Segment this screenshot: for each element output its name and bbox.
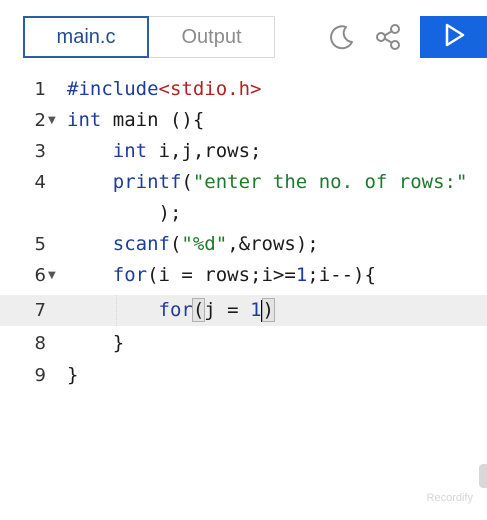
code-line-wrapped[interactable]: ); [0,198,487,229]
tab-output[interactable]: Output [149,16,275,58]
code-text: for(i = rows;i>=1;i--){ [112,264,376,286]
line-number: 9 [34,365,46,386]
fold-arrow-icon[interactable]: ▼ [48,260,56,291]
code-line[interactable]: 4 printf("enter the no. of rows:" [0,167,487,198]
code-line[interactable]: 1 #include<stdio.h> [0,74,487,105]
code-text: #include<stdio.h> [67,78,262,100]
tab-main-c[interactable]: main.c [23,16,149,58]
code-line[interactable]: 5 scanf("%d",&rows); [0,229,487,260]
code-line[interactable]: 3 int i,j,rows; [0,136,487,167]
code-text: for(j = 1) [158,298,276,322]
line-number: 5 [34,234,46,255]
code-text: } [67,332,125,354]
fold-arrow-icon[interactable]: ▼ [48,105,56,136]
line-number: 4 [34,172,46,193]
code-text: int i,j,rows; [112,140,262,162]
line-number: 6 [34,265,46,286]
code-line[interactable]: 2 ▼ int main (){ [0,105,487,136]
scroll-handle[interactable] [479,464,487,488]
play-icon [444,23,466,52]
code-line[interactable]: 6 ▼ for(i = rows;i>=1;i--){ [0,260,487,291]
code-text: ); [67,202,182,224]
moon-icon[interactable] [327,22,357,52]
code-line[interactable]: 8 } [0,328,487,359]
line-number: 1 [34,79,46,100]
code-text: int main (){ [67,109,205,131]
tab-output-label: Output [181,25,242,48]
code-line[interactable]: 9 } [0,360,487,391]
code-text: printf("enter the no. of rows:" [112,171,468,193]
run-button[interactable] [420,16,487,58]
line-number: 7 [34,300,46,321]
code-text: scanf("%d",&rows); [112,233,319,255]
code-text: } [67,364,79,386]
line-number: 2 [34,110,46,131]
code-line-active[interactable]: 7 for(j = 1) [0,295,487,326]
line-number: 3 [34,141,46,162]
line-number: 8 [34,333,46,354]
share-icon[interactable] [373,22,403,52]
tab-main-c-label: main.c [56,25,116,48]
watermark-text: Recordify [426,492,473,504]
code-editor[interactable]: 1 #include<stdio.h> 2 ▼ int main (){ 3 i… [0,72,487,520]
editor-toolbar: main.c Output [0,0,487,73]
